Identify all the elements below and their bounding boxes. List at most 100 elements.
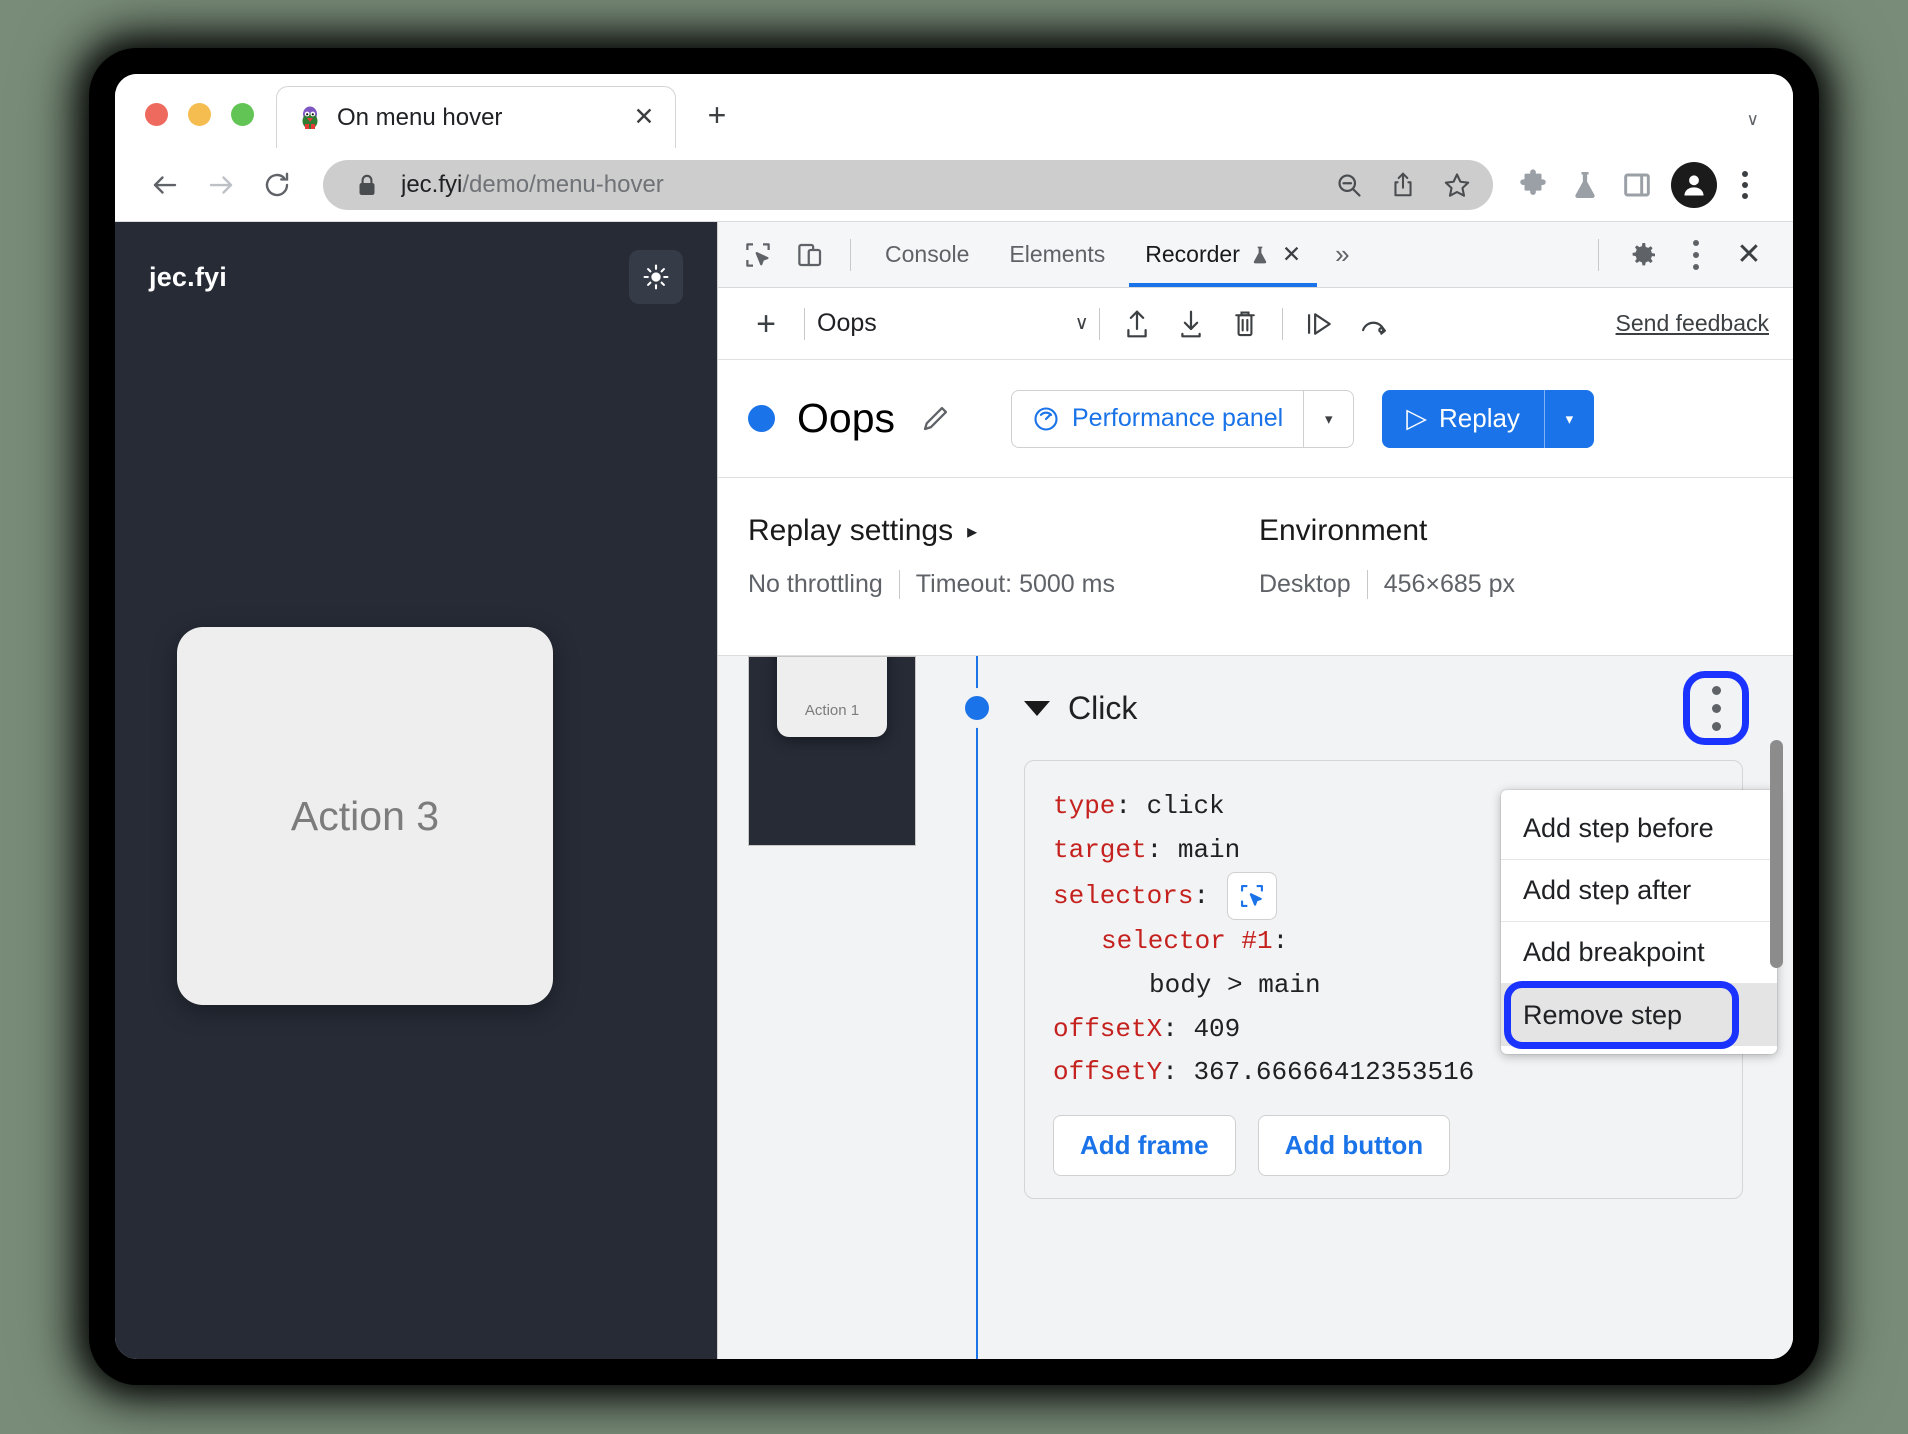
throttling-value: No throttling bbox=[748, 570, 883, 598]
tab-strip: On menu hover ✕ + ∨ bbox=[115, 74, 1793, 148]
export-icon[interactable] bbox=[1110, 297, 1164, 351]
site-brand: jec.fyi bbox=[149, 261, 227, 292]
step-field-offsety-key: offsetY bbox=[1053, 1057, 1163, 1088]
more-options-icon[interactable] bbox=[1673, 230, 1719, 280]
divider bbox=[1281, 307, 1283, 340]
performance-panel-button[interactable]: Performance panel bbox=[1012, 391, 1303, 447]
reload-button[interactable] bbox=[249, 157, 305, 213]
step-field-target-key: target bbox=[1053, 834, 1147, 865]
flask-icon[interactable] bbox=[1559, 159, 1611, 211]
recording-selector-label: Oops bbox=[817, 309, 877, 337]
extensions-puzzle-icon[interactable] bbox=[1507, 159, 1559, 211]
new-tab-button[interactable]: + bbox=[694, 92, 740, 138]
address-bar-text: jec.fyi/demo/menu-hover bbox=[401, 171, 1315, 199]
chevron-down-icon[interactable]: ∨ bbox=[1747, 110, 1759, 130]
window-minimize-button[interactable] bbox=[188, 103, 211, 126]
action-card-label: Action 3 bbox=[290, 792, 440, 839]
action-card[interactable]: Action 3 bbox=[177, 627, 553, 1005]
window-zoom-button[interactable] bbox=[231, 103, 254, 126]
chevron-down-icon[interactable] bbox=[1024, 700, 1050, 716]
select-element-icon[interactable] bbox=[1227, 872, 1278, 921]
steps-column: Click type: click target: main selectors… bbox=[978, 656, 1793, 1359]
menu-item-add-breakpoint[interactable]: Add breakpoint bbox=[1501, 922, 1777, 984]
status-badge bbox=[748, 405, 775, 432]
replay-settings-col: Replay settings ▸ No throttling Timeout:… bbox=[748, 514, 1131, 655]
trash-icon[interactable] bbox=[1218, 297, 1272, 351]
zoom-out-icon[interactable] bbox=[1329, 165, 1369, 205]
step-more-options-icon[interactable] bbox=[1683, 671, 1749, 745]
replay-settings-header[interactable]: Replay settings ▸ bbox=[748, 514, 1131, 548]
address-bar[interactable]: jec.fyi/demo/menu-hover bbox=[323, 159, 1493, 210]
url-path: /demo/menu-hover bbox=[462, 170, 664, 198]
step-context-menu: Add step before Add step after Add break… bbox=[1501, 790, 1777, 1054]
forward-button[interactable] bbox=[193, 157, 249, 213]
sun-icon[interactable] bbox=[629, 250, 683, 304]
menu-item-remove-step[interactable]: Remove step bbox=[1501, 981, 1777, 1049]
replay-button-group: ▷ Replay ▾ bbox=[1382, 389, 1594, 448]
step-screenshot-thumbnail[interactable]: Action 1 bbox=[748, 656, 916, 846]
replay-speed-icon[interactable] bbox=[1347, 297, 1401, 351]
step-header: Click bbox=[1024, 656, 1793, 760]
replay-button-label: Replay bbox=[1439, 403, 1520, 433]
gear-icon[interactable] bbox=[1617, 229, 1669, 281]
divider bbox=[850, 238, 851, 271]
environment-values: Desktop 456×685 px bbox=[1259, 570, 1531, 599]
tab-elements[interactable]: Elements bbox=[989, 223, 1125, 287]
experiment-flask-icon bbox=[1249, 243, 1271, 267]
thumbnail-action-card: Action 1 bbox=[777, 657, 887, 737]
browser-window: On menu hover ✕ + ∨ jec.fyi/demo/menu-ho… bbox=[115, 74, 1793, 1359]
settings-row: Replay settings ▸ No throttling Timeout:… bbox=[718, 478, 1793, 656]
side-panel-icon[interactable] bbox=[1611, 159, 1663, 211]
close-icon[interactable]: ✕ bbox=[1282, 241, 1301, 268]
add-button-button[interactable]: Add button bbox=[1257, 1115, 1451, 1177]
environment-label: Environment bbox=[1258, 514, 1428, 547]
performance-panel-button-group: Performance panel ▾ bbox=[1011, 389, 1355, 448]
device-value: Desktop bbox=[1258, 570, 1351, 598]
browser-toolbar: jec.fyi/demo/menu-hover bbox=[115, 148, 1793, 222]
step-field-type-value: click bbox=[1146, 791, 1225, 821]
page-header: jec.fyi bbox=[115, 222, 717, 304]
recording-selector[interactable]: Oops ∨ bbox=[817, 309, 1089, 338]
devtools-tabbar: Console Elements Recorder ✕ » ✕ bbox=[718, 222, 1793, 288]
window-content: jec.fyi Action 3 Console Elements Record… bbox=[115, 222, 1793, 1359]
replay-settings-label: Replay settings bbox=[748, 514, 954, 547]
close-icon[interactable]: ✕ bbox=[627, 101, 661, 135]
chrome-menu-icon[interactable] bbox=[1723, 159, 1767, 211]
menu-item-add-step-before[interactable]: Add step before bbox=[1501, 798, 1777, 860]
environment-col: Environment Desktop 456×685 px bbox=[1259, 514, 1531, 655]
step-field-offsetx-value: 409 bbox=[1193, 1013, 1241, 1044]
divider bbox=[804, 307, 805, 340]
menu-item-add-step-after[interactable]: Add step after bbox=[1501, 860, 1777, 922]
close-devtools-icon[interactable]: ✕ bbox=[1723, 229, 1775, 281]
add-recording-button[interactable]: + bbox=[740, 298, 792, 350]
page-viewport: jec.fyi Action 3 bbox=[115, 222, 717, 1359]
replay-button[interactable]: ▷ Replay bbox=[1382, 390, 1544, 448]
step-field-offsety: offsetY: 367.66666412353516 bbox=[1053, 1057, 1475, 1088]
tab-recorder[interactable]: Recorder ✕ bbox=[1125, 223, 1321, 287]
add-buttons-row: Add frame Add button bbox=[1053, 1115, 1714, 1177]
tab-elements-label: Elements bbox=[1009, 241, 1106, 267]
send-feedback-link[interactable]: Send feedback bbox=[1616, 310, 1769, 337]
back-button[interactable] bbox=[137, 157, 193, 213]
pencil-icon[interactable] bbox=[915, 399, 955, 439]
tab-title: On menu hover bbox=[337, 103, 503, 131]
import-icon[interactable] bbox=[1164, 297, 1218, 351]
tab-console[interactable]: Console bbox=[865, 223, 989, 287]
device-toolbar-icon[interactable] bbox=[784, 229, 836, 281]
step-field-target-value: main bbox=[1177, 834, 1241, 865]
steps-scrollbar[interactable] bbox=[1770, 740, 1783, 968]
inspect-element-icon[interactable] bbox=[732, 229, 784, 281]
browser-tab-on-menu-hover[interactable]: On menu hover ✕ bbox=[276, 86, 676, 148]
more-tabs-icon[interactable]: » bbox=[1321, 239, 1363, 270]
replay-caret[interactable]: ▾ bbox=[1543, 389, 1594, 448]
star-icon[interactable] bbox=[1437, 165, 1477, 205]
profile-avatar[interactable] bbox=[1671, 161, 1717, 208]
step-over-icon[interactable] bbox=[1293, 297, 1347, 351]
performance-gauge-icon bbox=[1032, 405, 1060, 433]
tab-recorder-label: Recorder bbox=[1145, 241, 1240, 267]
window-close-button[interactable] bbox=[145, 103, 168, 126]
share-icon[interactable] bbox=[1383, 165, 1423, 205]
add-frame-button[interactable]: Add frame bbox=[1053, 1115, 1236, 1177]
divider bbox=[1598, 238, 1599, 271]
performance-panel-caret[interactable]: ▾ bbox=[1303, 390, 1353, 447]
